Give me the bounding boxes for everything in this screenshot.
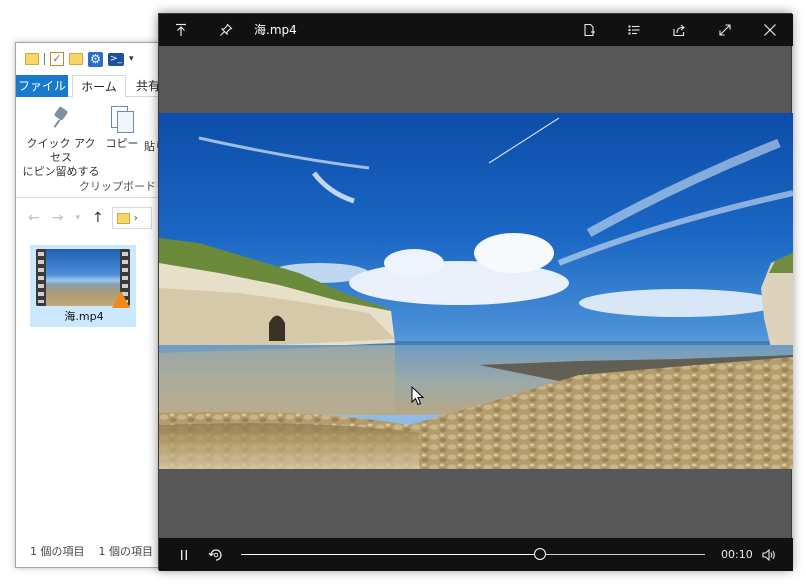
up-arrow-icon[interactable]: ↑ xyxy=(92,210,104,226)
tab-home[interactable]: ホーム xyxy=(72,75,126,98)
copy-button[interactable]: コピー xyxy=(104,106,140,151)
volume-icon[interactable] xyxy=(757,538,781,571)
back-arrow-icon[interactable]: ← xyxy=(28,210,40,226)
seek-bar-progress xyxy=(241,554,541,555)
chevron-right-icon[interactable]: › xyxy=(134,213,138,224)
new-folder-icon[interactable] xyxy=(69,53,83,65)
player-title-bar: 海.mp4 xyxy=(159,14,793,46)
ribbon-group-clipboard: クリップボード xyxy=(79,180,156,193)
player-title: 海.mp4 xyxy=(254,23,297,37)
pin-to-quick-access-button[interactable]: クイック アクセス にピン留めする xyxy=(22,106,100,179)
seek-bar[interactable] xyxy=(241,548,705,560)
fullscreen-icon[interactable] xyxy=(709,14,741,46)
status-selected-count: 1 個の項目 xyxy=(98,545,154,558)
status-bar: 1 個の項目 1 個の項目 xyxy=(30,543,153,559)
recent-locations-chevron-icon[interactable]: ▾ xyxy=(75,213,80,223)
share-icon[interactable] xyxy=(663,14,695,46)
player-controls: 00:10 xyxy=(159,538,793,571)
pin-icon[interactable] xyxy=(210,14,242,46)
repeat-icon[interactable] xyxy=(201,538,231,571)
file-item-video[interactable]: 海.mp4 xyxy=(30,245,136,327)
powershell-icon[interactable]: >_ xyxy=(108,52,124,66)
pin-label-line2: にピン留めする xyxy=(22,165,100,178)
vlc-cone-icon xyxy=(112,291,130,308)
movies-tv-player-window: 海.mp4 00:10 xyxy=(158,13,793,571)
file-name: 海.mp4 xyxy=(64,310,104,323)
customize-toolbar-dropdown-icon[interactable]: ▾ xyxy=(129,54,134,64)
desktop: ✓ ⚙ >_ ▾ ファイル ホーム 共有 クイック アクセス にピン留めする コ… xyxy=(0,0,806,584)
keep-on-top-icon[interactable] xyxy=(165,14,197,46)
forward-arrow-icon[interactable]: → xyxy=(52,210,64,226)
tab-file[interactable]: ファイル xyxy=(16,75,68,97)
properties-icon[interactable]: ✓ xyxy=(50,52,64,66)
gear-icon[interactable]: ⚙ xyxy=(88,51,103,67)
copy-icon xyxy=(111,106,134,133)
video-scene xyxy=(159,113,793,469)
playlist-icon[interactable] xyxy=(618,14,650,46)
mouse-cursor-icon xyxy=(411,386,425,406)
file-icon[interactable] xyxy=(573,14,605,46)
address-bar[interactable]: › xyxy=(111,207,152,229)
folder-icon xyxy=(116,212,130,224)
pause-icon[interactable] xyxy=(169,538,199,571)
toolbar-separator xyxy=(44,53,45,65)
pin-icon xyxy=(54,108,68,130)
video-frame[interactable] xyxy=(159,113,793,469)
pin-label-line1: クイック アクセス xyxy=(26,137,96,164)
status-item-count: 1 個の項目 xyxy=(30,545,85,558)
folder-icon[interactable] xyxy=(25,53,39,65)
seek-bar-thumb[interactable] xyxy=(534,548,547,560)
film-strip-left xyxy=(36,249,46,306)
thumbnail-image xyxy=(46,249,120,306)
copy-label: コピー xyxy=(105,137,139,150)
close-icon[interactable] xyxy=(754,14,786,46)
elapsed-time: 00:10 xyxy=(721,548,753,561)
